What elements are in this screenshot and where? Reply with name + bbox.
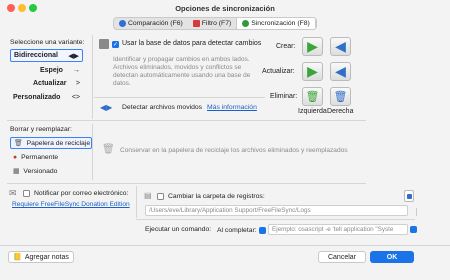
recycle-bin-icon: 🗑 (102, 144, 115, 155)
delete-left-action-button[interactable]: 🗑 (302, 87, 323, 106)
command-dropdown-button[interactable] (410, 226, 417, 233)
option-label: Versionado (23, 167, 58, 175)
left-column-label: Izquierda (298, 108, 327, 115)
update-left-action-button[interactable]: ▶ (302, 62, 323, 81)
divider (94, 97, 265, 98)
divider (0, 245, 450, 246)
chevron-right-icon: > (75, 80, 80, 87)
run-when-value: Al completar: (217, 226, 257, 234)
tab-filter[interactable]: Filtro (F7) (188, 18, 236, 29)
variant-label: Espejo (40, 67, 63, 74)
command-placeholder: Ejemplo: osascript -e 'tell application … (272, 226, 394, 233)
create-left-action-button[interactable]: ▶ (302, 37, 323, 56)
delete-icon: ● (13, 153, 18, 161)
chevron-down-icon (258, 226, 266, 234)
tab-label: Sincronización (F8) (251, 20, 310, 27)
donation-edition-link[interactable]: Requiere FreeFileSync Donation Edition (12, 201, 130, 208)
detect-moved-label: Detectar archivos movidos (122, 104, 203, 111)
green-plus-arrow-icon: ▶ (307, 38, 318, 54)
more-info-link[interactable]: Más información (207, 104, 257, 111)
update-right-action-button[interactable]: ◀ (330, 62, 351, 81)
email-notify-checkbox[interactable] (23, 190, 30, 197)
bidirectional-arrows-icon: ◀▶ (68, 52, 79, 60)
compare-icon (119, 20, 126, 27)
tab-sync[interactable]: Sincronización (F8) (236, 18, 316, 29)
tab-label: Comparación (F6) (128, 20, 183, 27)
filter-icon (192, 20, 200, 27)
variant-update-button[interactable]: Actualizar > (10, 77, 83, 90)
delete-replace-description: Conservar en la papelera de reciclaje lo… (120, 147, 348, 154)
change-log-folder-label: Cambiar la carpeta de registros: (168, 193, 265, 200)
variant-title: Seleccione una variante: (10, 39, 85, 46)
blue-arrow-left-icon: ◀ (335, 63, 346, 79)
option-permanent[interactable]: ● Permanente (10, 151, 92, 163)
right-arrow-icon: → (73, 67, 80, 74)
folder-icon (406, 194, 412, 199)
divider (136, 186, 137, 218)
create-label: Crear: (276, 43, 296, 50)
divider (416, 208, 417, 216)
variant-bidirectional-button[interactable]: Bidireccional ◀▶ (10, 49, 83, 62)
divider (92, 124, 93, 180)
database-icon (99, 39, 109, 49)
right-column-label: Derecha (327, 108, 354, 115)
add-notes-button[interactable]: 📒 Agregar notas (8, 251, 74, 263)
delete-replace-title: Borrar y reemplazar: (10, 126, 72, 133)
trash-icon: 🗑 (305, 91, 320, 103)
update-label: Actualizar: (262, 68, 295, 75)
tab-comparison[interactable]: Comparación (F6) (114, 18, 188, 29)
variant-label: Personalizado (13, 94, 61, 101)
create-right-action-button[interactable]: ◀ (330, 37, 351, 56)
notes-icon: 📒 (13, 254, 22, 261)
blue-arrow-left-icon: ◀ (335, 38, 346, 54)
run-when-select[interactable]: Al completar: (217, 225, 266, 235)
versioning-icon: ▦ (13, 168, 20, 175)
tab-label: Filtro (F7) (201, 20, 232, 27)
moved-files-icon: ◀▶ (100, 103, 113, 112)
custom-arrows-icon: <> (71, 94, 80, 101)
green-arrow-right-icon: ▶ (307, 63, 318, 79)
delete-right-action-button[interactable]: 🗑 (330, 87, 351, 106)
run-command-label: Ejecutar un comando: (145, 226, 212, 233)
use-database-checkbox[interactable]: ✓ (112, 41, 119, 48)
variant-mirror-button[interactable]: Espejo → (10, 64, 83, 77)
divider (136, 219, 415, 220)
variant-custom-button[interactable]: Personalizado <> (10, 91, 83, 104)
divider (7, 183, 366, 184)
add-notes-label: Agregar notas (24, 253, 69, 261)
option-versioning[interactable]: ▦ Versionado (10, 165, 92, 177)
delete-label: Eliminar: (270, 93, 298, 100)
cancel-button[interactable]: Cancelar (318, 251, 366, 263)
tab-bar: Comparación (F6) Filtro (F7) Sincronizac… (113, 17, 317, 30)
trash-icon: 🗑 (333, 91, 348, 103)
email-notify-label: Notificar por correo electrónico: (34, 190, 129, 197)
option-recycle-bin[interactable]: 🗑 Papelera de reciclaje (10, 137, 92, 149)
trash-icon: 🗑 (14, 140, 23, 147)
envelope-icon: ✉ (9, 188, 17, 198)
sync-icon (242, 20, 250, 27)
variant-label: Actualizar (33, 80, 67, 87)
variant-label: Bidireccional (14, 52, 58, 59)
browse-folder-button[interactable] (404, 190, 414, 202)
database-description: Identificar y propagar cambios en ambos … (113, 56, 251, 87)
log-folder-path-input[interactable]: /Users/eve/Library/Application Support/F… (145, 205, 408, 216)
divider (92, 35, 93, 119)
ok-button[interactable]: OK (370, 251, 414, 263)
log-file-icon: ▤ (144, 191, 152, 200)
option-label: Permanente (21, 153, 59, 161)
use-database-label: Usar la base de datos para detectar camb… (122, 40, 262, 47)
sync-options-window: { "window": { "title": "Opciones de sinc… (0, 0, 450, 280)
command-input[interactable]: Ejemplo: osascript -e 'tell application … (268, 224, 408, 235)
window-title: Opciones de sincronización (175, 4, 275, 13)
option-label: Papelera de reciclaje (26, 139, 91, 147)
divider (7, 120, 366, 121)
change-log-folder-checkbox[interactable] (157, 193, 164, 200)
